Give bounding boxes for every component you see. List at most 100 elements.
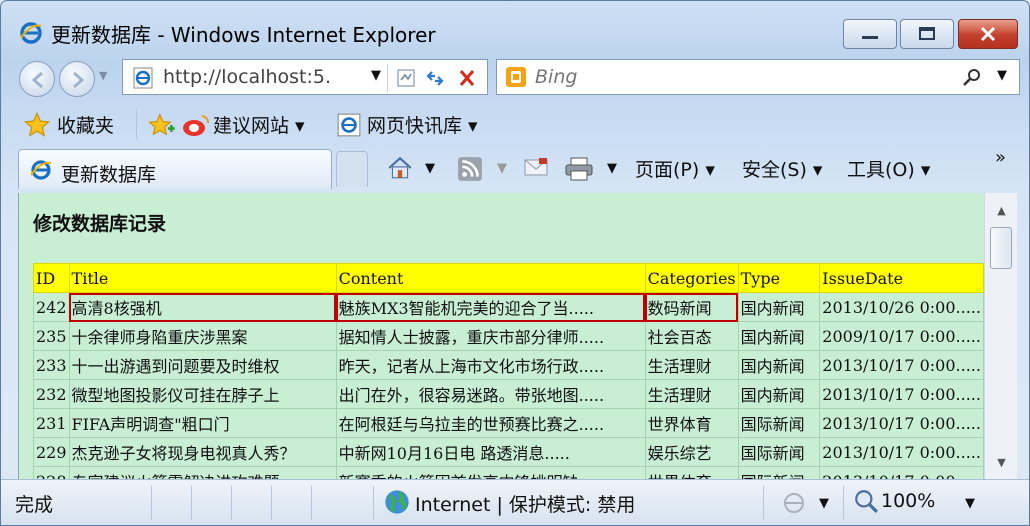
back-button[interactable] — [19, 61, 55, 97]
refresh-icon[interactable] — [423, 66, 447, 90]
title-bar: 更新数据库 - Windows Internet Explorer — [1, 1, 1029, 55]
table-header-row: ID Title Content Categories Type IssueDa… — [33, 263, 984, 293]
table-cell: 中新网10月16日电 路透消息..... — [335, 437, 646, 467]
compatibility-icon[interactable] — [395, 66, 417, 90]
protected-mode-icon[interactable] — [781, 490, 811, 516]
search-icon[interactable] — [961, 67, 983, 89]
table-cell: 229 — [33, 437, 70, 467]
table-row[interactable]: 228专家建议火箭需解决进攻难题新赛季的火箭因首发高中锋姚明缺.....世界体育… — [33, 466, 984, 479]
address-bar[interactable]: http://localhost:5. ▼ — [122, 59, 488, 95]
tools-menu[interactable]: 工具(O) ▾ — [847, 155, 930, 182]
table-cell: 国内新闻 — [737, 350, 821, 380]
page-icon — [133, 67, 153, 89]
print-dropdown[interactable]: ▼ — [607, 161, 617, 176]
maximize-button[interactable] — [900, 19, 954, 49]
mail-icon[interactable] — [523, 157, 551, 179]
suggested-sites-button[interactable]: 建议网站 ▾ — [213, 111, 305, 138]
web-slice-gallery-button[interactable]: 网页快讯库 ▾ — [367, 111, 478, 138]
table-cell: 数码新闻 — [644, 292, 739, 322]
page-menu[interactable]: 页面(P) ▾ — [635, 155, 715, 182]
safety-menu[interactable]: 安全(S) ▾ — [742, 155, 822, 182]
forward-icon — [73, 71, 85, 89]
search-dropdown[interactable]: ▼ — [997, 68, 1007, 83]
favorites-button[interactable]: 收藏夹 — [57, 111, 114, 138]
table-cell: 2013/10/17 0:00..... — [819, 466, 984, 479]
table-cell: 2013/10/17 0:00..... — [819, 379, 984, 409]
column-header: IssueDate — [819, 263, 984, 293]
suggested-sites-icon — [183, 115, 209, 136]
table-cell: 国内新闻 — [737, 379, 821, 409]
table-cell: 233 — [33, 350, 70, 380]
divider — [271, 486, 272, 520]
table-cell: 高清8核强机 — [68, 292, 337, 322]
table-cell: FIFA声明调查"粗口门 — [68, 408, 337, 438]
table-cell: 231 — [33, 408, 70, 438]
page-content: 修改数据库记录 ID Title Content Categories Type… — [18, 193, 984, 479]
tab-label: 更新数据库 — [61, 164, 157, 186]
rss-dropdown[interactable]: ▼ — [497, 161, 507, 176]
table-cell: 昨天，记者从上海市文化市场行政..... — [335, 350, 646, 380]
home-dropdown[interactable]: ▼ — [425, 161, 435, 176]
divider — [763, 486, 764, 520]
table-cell: 国际新闻 — [737, 437, 821, 467]
zoom-level[interactable]: 100% — [881, 490, 935, 512]
security-zone[interactable]: Internet | 保护模式: 禁用 — [415, 490, 635, 517]
web-slice-icon — [337, 113, 361, 137]
globe-icon — [385, 490, 409, 514]
table-row[interactable]: 231 FIFA声明调查"粗口门 在阿根廷与乌拉圭的世预赛比赛之..... 世界体育国… — [33, 408, 984, 438]
overflow-chevron[interactable]: » — [995, 147, 1006, 168]
table-row[interactable]: 233 十一出游遇到问题要及时维权 昨天，记者从上海市文化市场行政..... 生活理财… — [33, 350, 984, 380]
browser-window: 更新数据库 - Windows Internet Explorer ▼ http… — [0, 0, 1030, 526]
records-table: ID Title Content Categories Type IssueDa… — [33, 263, 984, 479]
new-tab-button[interactable] — [336, 151, 368, 187]
minimize-icon — [862, 36, 878, 39]
rss-icon[interactable] — [457, 156, 483, 182]
close-button[interactable] — [958, 19, 1018, 49]
print-icon[interactable] — [564, 156, 594, 182]
table-cell: 生活理财 — [644, 379, 739, 409]
table-cell: 国际新闻 — [737, 466, 821, 479]
add-favorite-icon[interactable] — [146, 111, 176, 139]
divider — [151, 486, 152, 520]
table-cell: 杰克逊子女将现身电视真人秀？ — [68, 437, 337, 467]
url-text: http://localhost:5. — [163, 66, 332, 88]
maximize-icon — [919, 27, 935, 40]
table-cell: 世界体育 — [644, 408, 739, 438]
divider — [231, 486, 232, 520]
protected-mode-dropdown[interactable]: ▼ — [819, 496, 829, 511]
status-text: 完成 — [15, 494, 54, 516]
divider — [387, 64, 388, 92]
window-title: 更新数据库 - Windows Internet Explorer — [51, 23, 436, 47]
page-heading: 修改数据库记录 — [33, 213, 167, 235]
table-cell: 232 — [33, 379, 70, 409]
table-row[interactable]: 232 微型地图投影仪可挂在脖子上 出门在外，很容易迷路。带张地图..... 生活理财… — [33, 379, 984, 409]
minimize-button[interactable] — [843, 19, 897, 49]
zoom-dropdown[interactable]: ▼ — [965, 496, 975, 511]
table-cell: 娱乐综艺 — [644, 437, 739, 467]
divider — [843, 486, 844, 520]
table-cell: 魅族MX3智能机完美的迎合了当..... — [335, 292, 646, 322]
history-dropdown[interactable]: ▼ — [99, 69, 107, 82]
address-dropdown[interactable]: ▼ — [371, 68, 381, 83]
search-box[interactable]: Bing ▼ — [496, 59, 1020, 95]
star-icon — [23, 111, 51, 137]
table-cell: 微型地图投影仪可挂在脖子上 — [68, 379, 337, 409]
table-row[interactable]: 235 十余律师身陷重庆涉黑案 据知情人士披露，重庆市部分律师..... 社会百态 国内… — [33, 321, 984, 351]
tab-current[interactable]: 更新数据库 — [18, 149, 332, 189]
home-icon[interactable] — [387, 155, 413, 181]
table-cell: 专家建议火箭需解决进攻难题 — [68, 466, 337, 479]
vertical-scrollbar[interactable]: ▲ ▼ — [984, 193, 1017, 479]
table-cell: 228 — [33, 466, 70, 479]
table-cell: 据知情人士披露，重庆市部分律师..... — [335, 321, 646, 351]
column-header: Categories — [644, 263, 739, 293]
table-row[interactable]: 242 高清8核强机 魅族MX3智能机完美的迎合了当..... 数码新闻 国内新闻 201… — [33, 292, 984, 322]
table-row[interactable]: 229 杰克逊子女将现身电视真人秀？ 中新网10月16日电 路透消息..... 娱乐综… — [33, 437, 984, 467]
scroll-thumb[interactable] — [990, 227, 1012, 269]
scroll-down-button[interactable]: ▼ — [985, 451, 1018, 473]
column-header: Content — [335, 263, 646, 293]
table-cell: 十一出游遇到问题要及时维权 — [68, 350, 337, 380]
stop-icon[interactable] — [455, 66, 479, 90]
table-cell: 2013/10/17 0:00..... — [819, 350, 984, 380]
scroll-up-button[interactable]: ▲ — [985, 199, 1018, 221]
forward-button[interactable] — [59, 61, 95, 97]
